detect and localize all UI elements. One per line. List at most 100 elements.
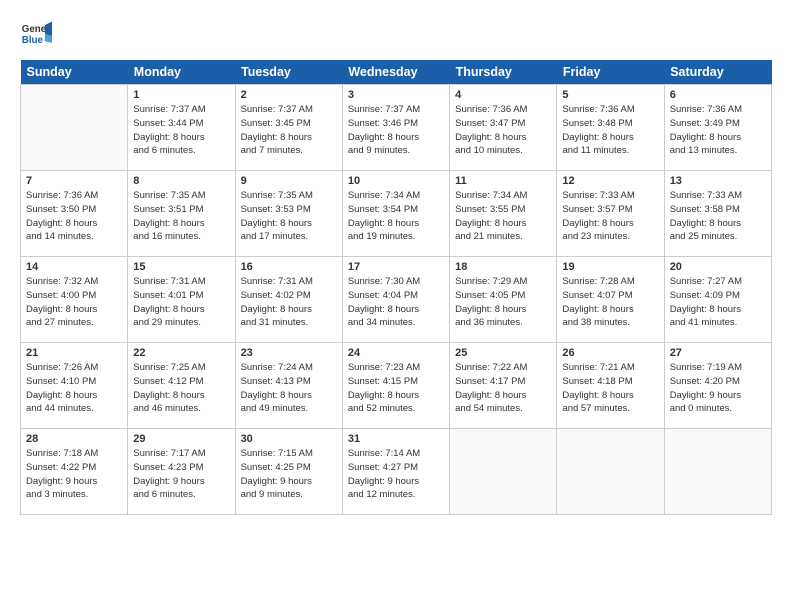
calendar-week-row: 1 Sunrise: 7:37 AMSunset: 3:44 PMDaylight… xyxy=(21,85,772,171)
header-cell-sunday: Sunday xyxy=(21,60,128,85)
day-info: Sunrise: 7:19 AMSunset: 4:20 PMDaylight:… xyxy=(670,361,766,416)
svg-text:Blue: Blue xyxy=(22,35,44,46)
day-info: Sunrise: 7:32 AMSunset: 4:00 PMDaylight:… xyxy=(26,275,122,330)
day-number: 7 xyxy=(26,175,122,187)
header-cell-friday: Friday xyxy=(557,60,664,85)
day-info: Sunrise: 7:36 AMSunset: 3:49 PMDaylight:… xyxy=(670,103,766,158)
calendar-cell: 20 Sunrise: 7:27 AMSunset: 4:09 PMDayligh… xyxy=(664,257,771,343)
day-number: 18 xyxy=(455,261,551,273)
day-number: 8 xyxy=(133,175,229,187)
day-number: 1 xyxy=(133,89,229,101)
calendar-cell: 21 Sunrise: 7:26 AMSunset: 4:10 PMDayligh… xyxy=(21,343,128,429)
day-number: 28 xyxy=(26,433,122,445)
header-cell-wednesday: Wednesday xyxy=(342,60,449,85)
day-number: 14 xyxy=(26,261,122,273)
day-info: Sunrise: 7:28 AMSunset: 4:07 PMDaylight:… xyxy=(562,275,658,330)
day-number: 25 xyxy=(455,347,551,359)
day-info: Sunrise: 7:23 AMSunset: 4:15 PMDaylight:… xyxy=(348,361,444,416)
day-number: 20 xyxy=(670,261,766,273)
calendar-body: 1 Sunrise: 7:37 AMSunset: 3:44 PMDaylight… xyxy=(21,85,772,515)
calendar-cell: 1 Sunrise: 7:37 AMSunset: 3:44 PMDaylight… xyxy=(128,85,235,171)
calendar-cell: 4Sunrise: 7:36 AMSunset: 3:47 PMDaylight… xyxy=(450,85,557,171)
day-info: Sunrise: 7:25 AMSunset: 4:12 PMDaylight:… xyxy=(133,361,229,416)
calendar-cell: 14 Sunrise: 7:32 AMSunset: 4:00 PMDayligh… xyxy=(21,257,128,343)
day-number: 29 xyxy=(133,433,229,445)
day-info: Sunrise: 7:24 AMSunset: 4:13 PMDaylight:… xyxy=(241,361,337,416)
day-info: Sunrise: 7:15 AMSunset: 4:25 PMDaylight:… xyxy=(241,447,337,502)
day-info: Sunrise: 7:26 AMSunset: 4:10 PMDaylight:… xyxy=(26,361,122,416)
header-cell-tuesday: Tuesday xyxy=(235,60,342,85)
day-number: 27 xyxy=(670,347,766,359)
calendar-cell xyxy=(21,85,128,171)
calendar-cell: 12Sunrise: 7:33 AMSunset: 3:57 PMDayligh… xyxy=(557,171,664,257)
day-info: Sunrise: 7:31 AMSunset: 4:01 PMDaylight:… xyxy=(133,275,229,330)
calendar-cell: 11 Sunrise: 7:34 AMSunset: 3:55 PMDayligh… xyxy=(450,171,557,257)
day-info: Sunrise: 7:18 AMSunset: 4:22 PMDaylight:… xyxy=(26,447,122,502)
day-info: Sunrise: 7:37 AMSunset: 3:46 PMDaylight:… xyxy=(348,103,444,158)
calendar-cell: 27 Sunrise: 7:19 AMSunset: 4:20 PMDayligh… xyxy=(664,343,771,429)
calendar-cell xyxy=(450,429,557,515)
day-info: Sunrise: 7:33 AMSunset: 3:58 PMDaylight:… xyxy=(670,189,766,244)
calendar-cell: 28 Sunrise: 7:18 AMSunset: 4:22 PMDayligh… xyxy=(21,429,128,515)
calendar-cell: 13 Sunrise: 7:33 AMSunset: 3:58 PMDayligh… xyxy=(664,171,771,257)
day-info: Sunrise: 7:31 AMSunset: 4:02 PMDaylight:… xyxy=(241,275,337,330)
day-number: 19 xyxy=(562,261,658,273)
calendar-cell: 29 Sunrise: 7:17 AMSunset: 4:23 PMDayligh… xyxy=(128,429,235,515)
day-info: Sunrise: 7:37 AMSunset: 3:45 PMDaylight:… xyxy=(241,103,337,158)
day-number: 2 xyxy=(241,89,337,101)
day-number: 11 xyxy=(455,175,551,187)
day-info: Sunrise: 7:35 AMSunset: 3:53 PMDaylight:… xyxy=(241,189,337,244)
calendar-cell xyxy=(557,429,664,515)
calendar-cell: 24 Sunrise: 7:23 AMSunset: 4:15 PMDayligh… xyxy=(342,343,449,429)
day-number: 4 xyxy=(455,89,551,101)
calendar-week-row: 7 Sunrise: 7:36 AMSunset: 3:50 PMDaylight… xyxy=(21,171,772,257)
day-number: 16 xyxy=(241,261,337,273)
calendar-week-row: 21 Sunrise: 7:26 AMSunset: 4:10 PMDayligh… xyxy=(21,343,772,429)
day-number: 24 xyxy=(348,347,444,359)
day-info: Sunrise: 7:27 AMSunset: 4:09 PMDaylight:… xyxy=(670,275,766,330)
day-number: 12 xyxy=(562,175,658,187)
day-info: Sunrise: 7:29 AMSunset: 4:05 PMDaylight:… xyxy=(455,275,551,330)
day-info: Sunrise: 7:17 AMSunset: 4:23 PMDaylight:… xyxy=(133,447,229,502)
calendar-cell: 18 Sunrise: 7:29 AMSunset: 4:05 PMDayligh… xyxy=(450,257,557,343)
calendar-cell: 15 Sunrise: 7:31 AMSunset: 4:01 PMDayligh… xyxy=(128,257,235,343)
day-number: 21 xyxy=(26,347,122,359)
header-cell-monday: Monday xyxy=(128,60,235,85)
calendar-cell: 2 Sunrise: 7:37 AMSunset: 3:45 PMDaylight… xyxy=(235,85,342,171)
day-info: Sunrise: 7:22 AMSunset: 4:17 PMDaylight:… xyxy=(455,361,551,416)
day-info: Sunrise: 7:30 AMSunset: 4:04 PMDaylight:… xyxy=(348,275,444,330)
day-info: Sunrise: 7:34 AMSunset: 3:54 PMDaylight:… xyxy=(348,189,444,244)
day-number: 22 xyxy=(133,347,229,359)
header-cell-thursday: Thursday xyxy=(450,60,557,85)
day-info: Sunrise: 7:34 AMSunset: 3:55 PMDaylight:… xyxy=(455,189,551,244)
day-info: Sunrise: 7:37 AMSunset: 3:44 PMDaylight:… xyxy=(133,103,229,158)
day-number: 9 xyxy=(241,175,337,187)
day-info: Sunrise: 7:36 AMSunset: 3:50 PMDaylight:… xyxy=(26,189,122,244)
logo: General Blue xyxy=(20,18,52,50)
calendar-cell: 10 Sunrise: 7:34 AMSunset: 3:54 PMDayligh… xyxy=(342,171,449,257)
calendar-cell: 30Sunrise: 7:15 AMSunset: 4:25 PMDayligh… xyxy=(235,429,342,515)
day-number: 13 xyxy=(670,175,766,187)
day-number: 6 xyxy=(670,89,766,101)
calendar-week-row: 14 Sunrise: 7:32 AMSunset: 4:00 PMDayligh… xyxy=(21,257,772,343)
day-number: 10 xyxy=(348,175,444,187)
day-number: 31 xyxy=(348,433,444,445)
calendar-cell: 22 Sunrise: 7:25 AMSunset: 4:12 PMDayligh… xyxy=(128,343,235,429)
day-info: Sunrise: 7:35 AMSunset: 3:51 PMDaylight:… xyxy=(133,189,229,244)
day-number: 17 xyxy=(348,261,444,273)
calendar-cell: 7 Sunrise: 7:36 AMSunset: 3:50 PMDaylight… xyxy=(21,171,128,257)
calendar-cell: 5Sunrise: 7:36 AMSunset: 3:48 PMDaylight… xyxy=(557,85,664,171)
day-info: Sunrise: 7:36 AMSunset: 3:48 PMDaylight:… xyxy=(562,103,658,158)
calendar-cell: 25 Sunrise: 7:22 AMSunset: 4:17 PMDayligh… xyxy=(450,343,557,429)
day-info: Sunrise: 7:21 AMSunset: 4:18 PMDaylight:… xyxy=(562,361,658,416)
calendar-cell: 3Sunrise: 7:37 AMSunset: 3:46 PMDaylight… xyxy=(342,85,449,171)
calendar-header-row: SundayMondayTuesdayWednesdayThursdayFrid… xyxy=(21,60,772,85)
calendar-cell: 8 Sunrise: 7:35 AMSunset: 3:51 PMDaylight… xyxy=(128,171,235,257)
calendar-cell: 9 Sunrise: 7:35 AMSunset: 3:53 PMDaylight… xyxy=(235,171,342,257)
calendar-cell: 31Sunrise: 7:14 AMSunset: 4:27 PMDayligh… xyxy=(342,429,449,515)
calendar-cell: 17 Sunrise: 7:30 AMSunset: 4:04 PMDayligh… xyxy=(342,257,449,343)
calendar-cell: 26Sunrise: 7:21 AMSunset: 4:18 PMDayligh… xyxy=(557,343,664,429)
calendar-cell: 19 Sunrise: 7:28 AMSunset: 4:07 PMDayligh… xyxy=(557,257,664,343)
calendar-cell: 23Sunrise: 7:24 AMSunset: 4:13 PMDayligh… xyxy=(235,343,342,429)
day-number: 15 xyxy=(133,261,229,273)
